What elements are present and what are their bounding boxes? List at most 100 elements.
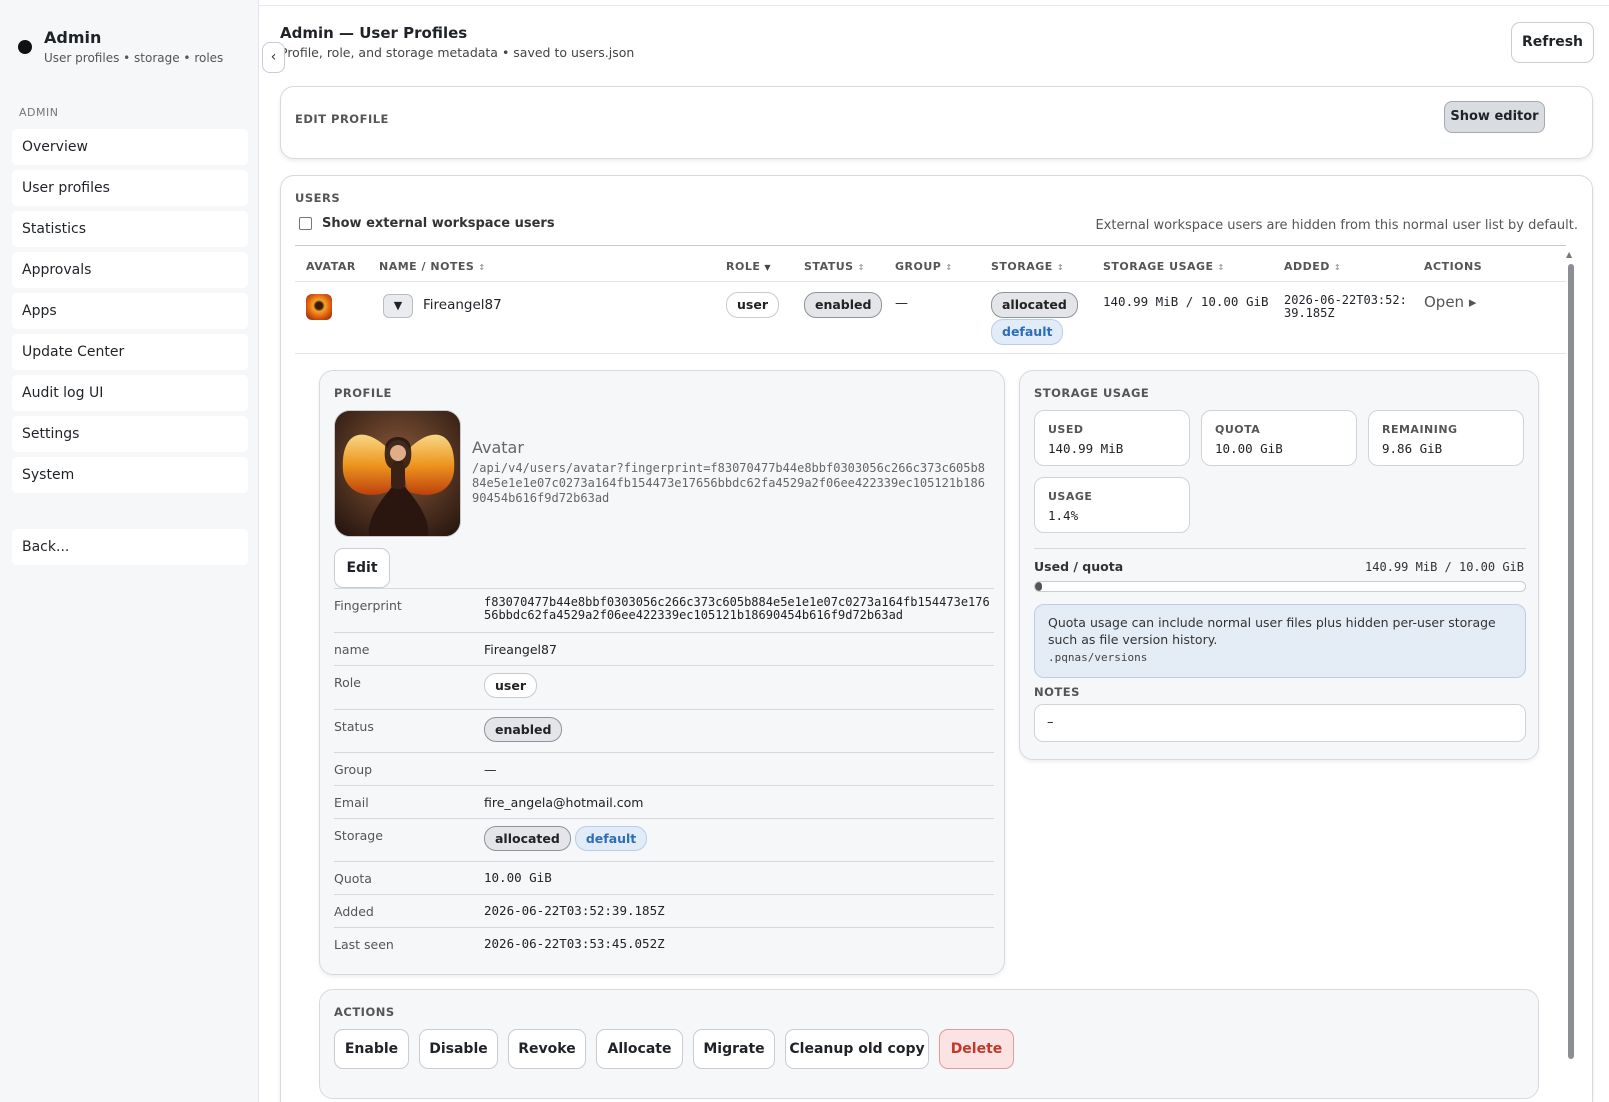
actions-card: ACTIONS Enable Disable Revoke Allocate M… xyxy=(319,989,1539,1099)
col-storage-usage[interactable]: STORAGE USAGE ↕ xyxy=(1103,260,1225,273)
sidebar-item-statistics[interactable]: Statistics xyxy=(12,211,248,247)
brand-title: Admin xyxy=(44,28,102,47)
sidebar-item-audit-log[interactable]: Audit log UI xyxy=(12,375,248,411)
quota-value: 10.00 GiB xyxy=(1215,441,1283,456)
storage-usage-value: 140.99 MiB / 10.00 GiB xyxy=(1103,294,1269,309)
role-label: Role xyxy=(334,675,361,690)
added-label: Added xyxy=(334,904,374,919)
storage-default-badge: default xyxy=(991,319,1064,345)
cleanup-old-copy-button[interactable]: Cleanup old copy xyxy=(785,1029,929,1069)
usage-value: 1.4% xyxy=(1048,508,1079,523)
used-label: USED xyxy=(1048,423,1084,436)
edit-profile-heading: EDIT PROFILE xyxy=(295,112,389,126)
top-divider xyxy=(259,5,1609,6)
fingerprint-label: Fingerprint xyxy=(334,598,402,613)
col-group[interactable]: GROUP ↕ xyxy=(895,260,953,273)
refresh-button[interactable]: Refresh xyxy=(1511,22,1594,63)
show-editor-button[interactable]: Show editor xyxy=(1444,101,1545,133)
sidebar-item-overview[interactable]: Overview xyxy=(12,129,248,165)
enable-button[interactable]: Enable xyxy=(334,1029,409,1069)
sort-icon: ↕ xyxy=(478,263,486,272)
brand-dot-icon xyxy=(18,40,32,54)
table-scrollbar[interactable]: ▲ xyxy=(1565,250,1577,1059)
scroll-up-icon[interactable]: ▲ xyxy=(1566,250,1572,259)
page-title: Admin — User Profiles xyxy=(280,24,468,42)
sidebar-item-approvals[interactable]: Approvals xyxy=(12,252,248,288)
storage-badge: allocated xyxy=(991,292,1078,318)
scroll-thumb[interactable] xyxy=(1568,264,1574,1059)
allocate-button[interactable]: Allocate xyxy=(596,1029,683,1069)
col-storage[interactable]: STORAGE ↕ xyxy=(991,260,1064,273)
col-actions: ACTIONS xyxy=(1424,260,1483,273)
sort-desc-icon: ▼ xyxy=(764,263,772,272)
profile-card: PROFILE Avatar /api/v4/users/avatar?fing… xyxy=(319,370,1005,975)
header-divider xyxy=(295,281,1566,282)
email-value: fire_angela@hotmail.com xyxy=(484,795,644,810)
col-avatar[interactable]: AVATAR xyxy=(306,260,356,273)
delete-button[interactable]: Delete xyxy=(939,1029,1014,1069)
notes-heading: NOTES xyxy=(1034,685,1080,699)
sort-icon: ↕ xyxy=(1333,263,1342,272)
users-table: AVATAR NAME / NOTES ↕ ROLE ▼ STATUS ↕ GROUP… xyxy=(295,245,1566,1102)
col-status[interactable]: STATUS ↕ xyxy=(804,260,865,273)
divider xyxy=(334,709,994,710)
user-avatar xyxy=(306,294,332,320)
status-label: Status xyxy=(334,719,374,734)
col-role[interactable]: ROLE ▼ xyxy=(726,260,771,273)
storage-badge: allocated xyxy=(484,826,571,851)
used-quota-value: 140.99 MiB / 10.00 GiB xyxy=(1365,560,1524,574)
usage-label: USAGE xyxy=(1048,490,1093,503)
show-external-checkbox[interactable] xyxy=(299,217,312,230)
divider xyxy=(334,861,994,862)
avatar-label: Avatar xyxy=(472,438,524,457)
status-badge: enabled xyxy=(804,292,883,318)
sort-icon: ↕ xyxy=(1217,263,1225,272)
quota-value: 10.00 GiB xyxy=(484,870,552,885)
group-value: — xyxy=(484,762,497,777)
col-name-notes[interactable]: NAME / NOTES ↕ xyxy=(379,260,486,273)
added-value: 2026-06-22T03:52:39.185Z xyxy=(484,903,665,918)
sidebar-item-update-center[interactable]: Update Center xyxy=(12,334,248,370)
page-subtitle: Profile, role, and storage metadata • sa… xyxy=(280,45,635,60)
storage-usage-card: STORAGE USAGE USED 140.99 MiB QUOTA 10.0… xyxy=(1019,370,1539,760)
edit-avatar-button[interactable]: Edit xyxy=(334,548,390,588)
divider xyxy=(334,818,994,819)
usage-progress-bar xyxy=(1034,581,1526,592)
sidebar-item-user-profiles[interactable]: User profiles xyxy=(12,170,248,206)
migrate-button[interactable]: Migrate xyxy=(693,1029,775,1069)
divider xyxy=(334,785,994,786)
group-label: Group xyxy=(334,762,373,777)
storage-default-badge: default xyxy=(574,826,648,851)
profile-heading: PROFILE xyxy=(334,386,392,400)
avatar-url: /api/v4/users/avatar?fingerprint=f830704… xyxy=(472,461,985,505)
revoke-button[interactable]: Revoke xyxy=(508,1029,586,1069)
sidebar-item-back[interactable]: Back... xyxy=(12,529,248,565)
show-external-toggle[interactable]: Show external workspace users xyxy=(299,216,555,231)
sidebar-item-system[interactable]: System xyxy=(12,457,248,493)
user-name[interactable]: Fireangel87 xyxy=(423,297,502,313)
sidebar-item-settings[interactable]: Settings xyxy=(12,416,248,452)
usage-progress-fill xyxy=(1035,582,1042,591)
divider xyxy=(1034,548,1526,549)
remaining-stat: REMAINING 9.86 GiB xyxy=(1368,410,1524,466)
divider xyxy=(334,894,994,895)
col-added[interactable]: ADDED ↕ xyxy=(1284,260,1341,273)
disable-button[interactable]: Disable xyxy=(419,1029,498,1069)
show-external-label: Show external workspace users xyxy=(322,216,555,231)
fingerprint-value: f83070477b44e8bbf0303056c266c373c605b884… xyxy=(484,595,990,622)
notes-field[interactable]: – xyxy=(1034,704,1526,742)
open-link[interactable]: Open ▸ xyxy=(1424,293,1476,311)
actions-heading: ACTIONS xyxy=(334,1005,395,1019)
divider xyxy=(334,752,994,753)
sidebar-item-apps[interactable]: Apps xyxy=(12,293,248,329)
used-value: 140.99 MiB xyxy=(1048,441,1124,456)
used-stat: USED 140.99 MiB xyxy=(1034,410,1190,466)
expand-row-button[interactable]: ▼ xyxy=(383,294,413,318)
sidebar: Admin User profiles • storage • roles AD… xyxy=(0,0,259,1102)
storage-usage-heading: STORAGE USAGE xyxy=(1034,386,1150,400)
storage-label: Storage xyxy=(334,828,383,843)
group-value: — xyxy=(895,296,908,311)
added-value: 2026-06-22T03:52:39.185Z xyxy=(1284,293,1407,320)
collapse-sidebar-button[interactable]: ‹ xyxy=(262,42,285,73)
remaining-label: REMAINING xyxy=(1382,423,1458,436)
